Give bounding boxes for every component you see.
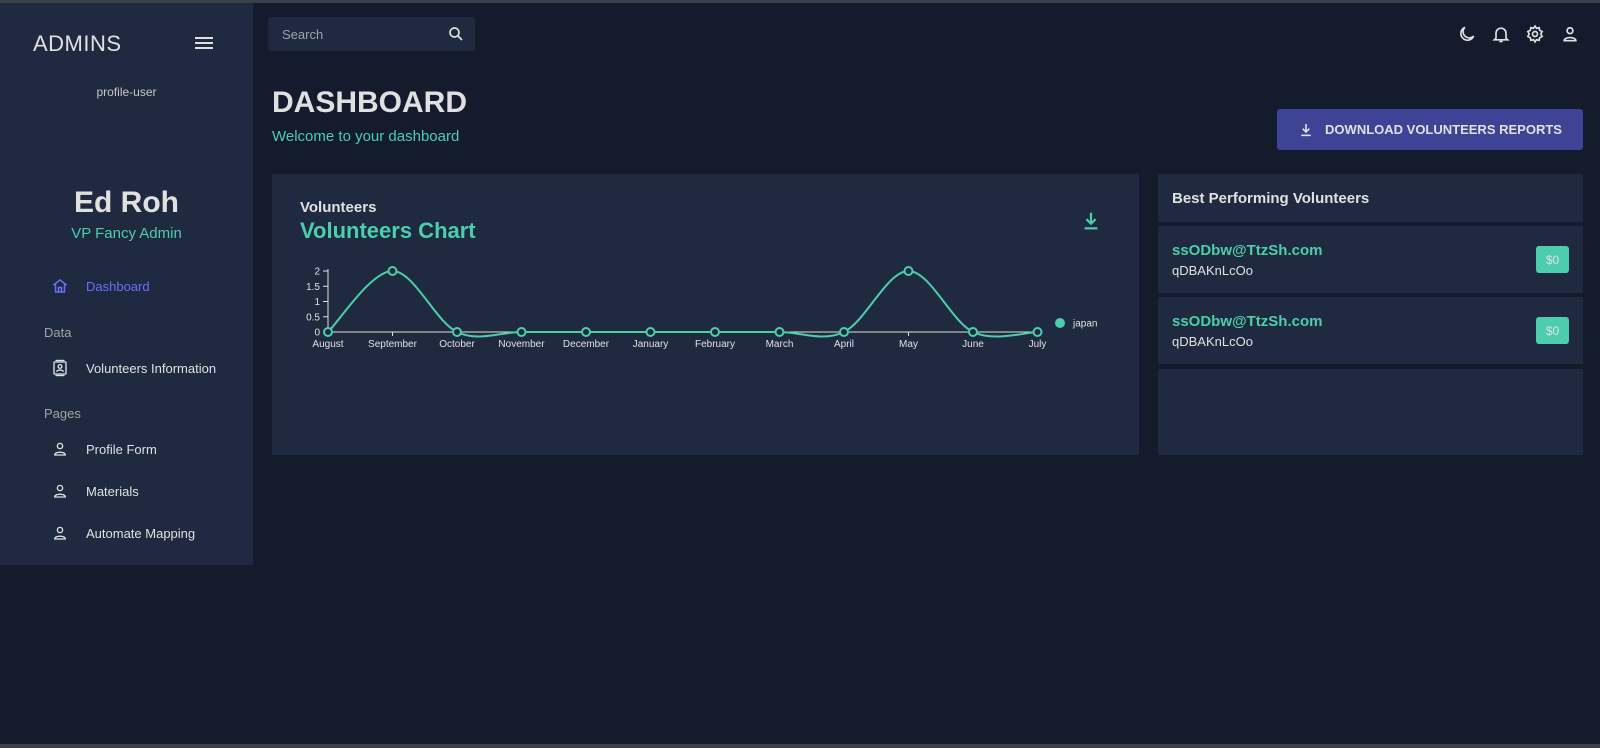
x-tick-label: February bbox=[695, 339, 735, 350]
data-point bbox=[1032, 327, 1043, 337]
sidebar-section-data: Data bbox=[44, 325, 72, 340]
data-point bbox=[452, 327, 462, 337]
data-point bbox=[774, 327, 785, 337]
best-performing-header: Best Performing Volunteers bbox=[1158, 174, 1583, 222]
download-reports-button[interactable]: DOWNLOAD VOLUNTEERS REPORTS bbox=[1277, 109, 1583, 150]
person-icon[interactable] bbox=[1560, 24, 1580, 44]
sidebar-item-profile-form[interactable]: Profile Form bbox=[48, 437, 157, 461]
data-point bbox=[968, 327, 978, 337]
person-icon bbox=[48, 479, 72, 503]
person-icon bbox=[48, 437, 72, 461]
sidebar-item-dashboard[interactable]: Dashboard bbox=[48, 274, 150, 298]
sidebar-item-volunteers-information[interactable]: Volunteers Information bbox=[48, 356, 216, 380]
volunteer-email: ssODbw@TtzSh.com bbox=[1172, 313, 1323, 330]
x-tick-label: May bbox=[899, 339, 918, 350]
sidebar-item-label: Volunteers Information bbox=[86, 360, 217, 376]
volunteers-line-chart: 0 0.5 1 1.5 2 August September October November D… bbox=[306, 266, 1097, 350]
sidebar-item-label: Automate Mapping bbox=[86, 525, 196, 541]
sidebar-item-label: Dashboard bbox=[86, 278, 150, 294]
list-item[interactable]: ssODbw@TtzSh.com qDBAKnLcOo $0 bbox=[1158, 226, 1583, 293]
x-tick-label: September bbox=[368, 339, 418, 350]
volunteers-chart-panel: Volunteers Volunteers Chart 0 0.5 1 1.5 2 Aug… bbox=[272, 174, 1139, 455]
data-point bbox=[581, 327, 591, 337]
data-point bbox=[387, 266, 398, 276]
legend-label: japan bbox=[1072, 319, 1097, 330]
search-box bbox=[268, 17, 475, 51]
menu-icon[interactable] bbox=[195, 37, 213, 51]
download-reports-label: DOWNLOAD VOLUNTEERS REPORTS bbox=[1325, 122, 1562, 137]
user-role: VP Fancy Admin bbox=[71, 225, 182, 242]
page-subtitle: Welcome to your dashboard bbox=[272, 128, 460, 145]
x-tick-label: August bbox=[312, 339, 343, 350]
settings-icon[interactable] bbox=[1525, 24, 1545, 44]
download-icon[interactable] bbox=[1080, 210, 1102, 232]
brand-title: ADMINS bbox=[33, 31, 122, 56]
x-tick-label: January bbox=[633, 339, 669, 350]
download-icon bbox=[1301, 123, 1311, 136]
x-tick-label: June bbox=[962, 339, 984, 350]
list-item[interactable]: ssODbw@TtzSh.com qDBAKnLcOo $0 bbox=[1158, 297, 1583, 364]
window-bottom-border bbox=[0, 744, 1600, 748]
x-tick-label: December bbox=[563, 339, 610, 350]
avatar: profile-user bbox=[96, 85, 157, 99]
sidebar-section-pages: Pages bbox=[44, 406, 81, 421]
y-tick-label: 1 bbox=[314, 297, 320, 308]
volunteer-name: qDBAKnLcOo bbox=[1172, 334, 1253, 349]
data-point bbox=[710, 327, 720, 337]
y-tick-label: 1.5 bbox=[306, 282, 320, 293]
sidebar-item-materials[interactable]: Materials bbox=[48, 479, 139, 503]
amount-badge: $0 bbox=[1536, 317, 1569, 344]
volunteer-email: ssODbw@TtzSh.com bbox=[1172, 242, 1323, 259]
data-point bbox=[645, 327, 656, 337]
y-tick-label: 2 bbox=[314, 267, 320, 278]
x-tick-label: March bbox=[766, 339, 794, 350]
best-performing-title: Best Performing Volunteers bbox=[1172, 190, 1370, 207]
sidebar-item-label: Materials bbox=[86, 483, 139, 499]
data-point bbox=[903, 266, 914, 276]
contacts-icon bbox=[48, 356, 72, 380]
sidebar-item-automate-mapping[interactable]: Automate Mapping bbox=[48, 521, 195, 545]
x-tick-label: April bbox=[834, 339, 854, 350]
legend-marker bbox=[1055, 318, 1065, 328]
sidebar-item-label: Profile Form bbox=[86, 441, 157, 457]
series-line-japan bbox=[327, 269, 1038, 338]
data-point bbox=[323, 327, 333, 337]
dark-mode-icon[interactable] bbox=[1457, 24, 1477, 44]
data-point bbox=[839, 327, 849, 337]
page-title: DASHBOARD bbox=[272, 86, 467, 119]
data-point bbox=[516, 327, 527, 337]
y-tick-label: 0 bbox=[314, 328, 320, 339]
home-icon bbox=[48, 274, 72, 298]
x-tick-label: November bbox=[498, 339, 545, 350]
notifications-icon[interactable] bbox=[1491, 24, 1511, 44]
sidebar: ADMINS profile-user Ed Roh VP Fancy Admi… bbox=[0, 3, 253, 565]
user-name: Ed Roh bbox=[74, 186, 179, 219]
volunteer-name: qDBAKnLcOo bbox=[1172, 263, 1253, 278]
person-icon bbox=[48, 521, 72, 545]
chart-panel-subtitle: Volunteers bbox=[300, 199, 377, 216]
search-icon[interactable] bbox=[447, 25, 465, 43]
search-input[interactable] bbox=[282, 25, 442, 43]
amount-badge: $0 bbox=[1536, 246, 1569, 273]
y-tick-label: 0.5 bbox=[306, 312, 320, 323]
x-tick-label: July bbox=[1029, 339, 1047, 350]
x-tick-label: October bbox=[439, 339, 475, 350]
chart-panel-title: Volunteers Chart bbox=[300, 218, 476, 243]
list-item-empty bbox=[1158, 369, 1583, 455]
